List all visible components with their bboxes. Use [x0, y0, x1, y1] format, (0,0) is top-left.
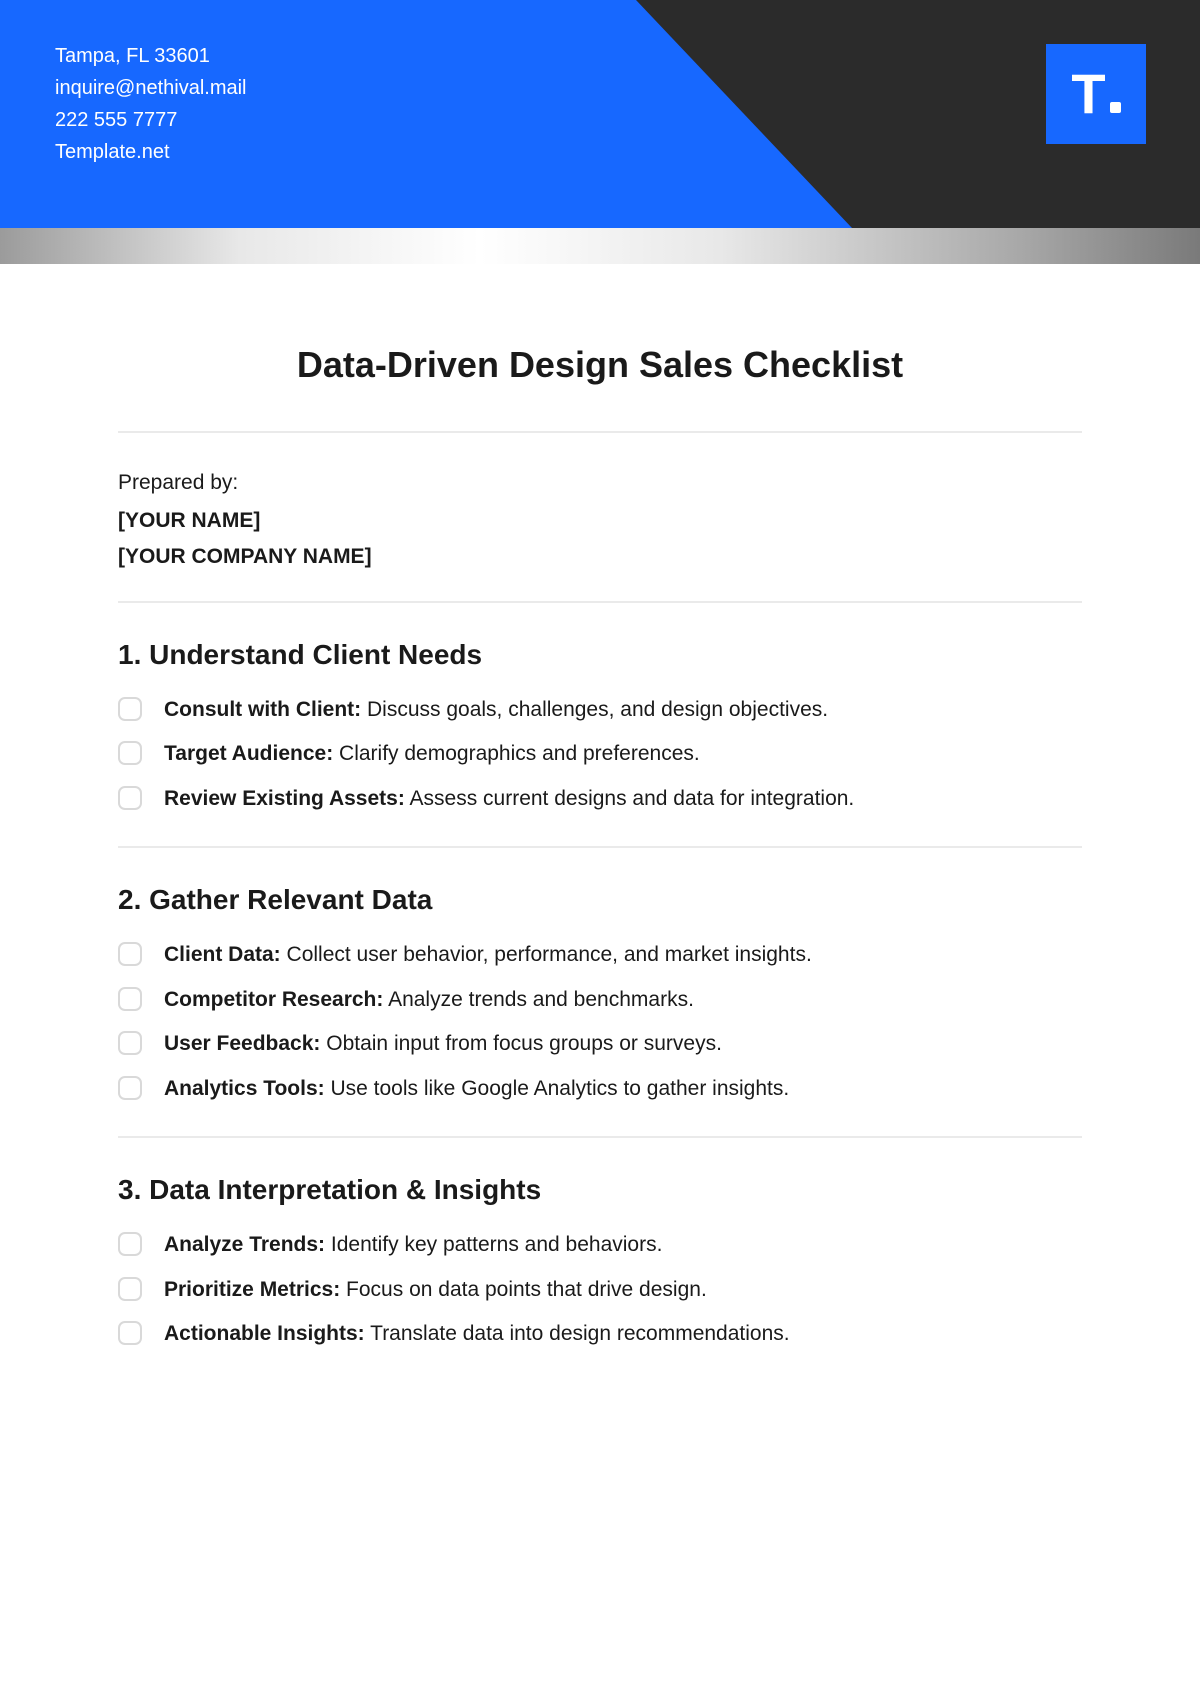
section-divider	[118, 1136, 1082, 1138]
checklist-item: Prioritize Metrics: Focus on data points…	[118, 1275, 1082, 1305]
section-heading: 2. Gather Relevant Data	[118, 884, 1082, 916]
checklist-item-bold: Analytics Tools:	[164, 1077, 325, 1100]
checklist-item-bold: Actionable Insights:	[164, 1322, 365, 1345]
checklist-item: Consult with Client: Discuss goals, chal…	[118, 695, 1082, 725]
checklist: Analyze Trends: Identify key patterns an…	[118, 1230, 1082, 1349]
header-banner: Tampa, FL 33601 inquire@nethival.mail 22…	[0, 0, 1200, 228]
prepared-by-block: Prepared by: [YOUR NAME] [YOUR COMPANY N…	[118, 471, 1082, 569]
checklist-item-desc: Clarify demographics and preferences.	[333, 742, 700, 765]
section-heading: 1. Understand Client Needs	[118, 639, 1082, 671]
checklist-item-desc: Collect user behavior, performance, and …	[281, 943, 812, 966]
checklist-item-text: Actionable Insights: Translate data into…	[164, 1319, 790, 1349]
sections-container: 1. Understand Client Needs Consult with C…	[118, 639, 1082, 1349]
logo-inner: T	[1071, 66, 1120, 122]
checklist-item-text: Competitor Research: Analyze trends and …	[164, 985, 694, 1015]
checklist-item-bold: Competitor Research:	[164, 988, 383, 1011]
checklist-item-bold: Analyze Trends:	[164, 1233, 325, 1256]
checklist-item: Competitor Research: Analyze trends and …	[118, 985, 1082, 1015]
checklist-item-desc: Discuss goals, challenges, and design ob…	[361, 698, 828, 721]
checklist-item-bold: Client Data:	[164, 943, 281, 966]
checklist-item-desc: Obtain input from focus groups or survey…	[320, 1032, 722, 1055]
checklist-item: Client Data: Collect user behavior, perf…	[118, 940, 1082, 970]
checklist-item-desc: Identify key patterns and behaviors.	[325, 1233, 662, 1256]
checkbox-icon[interactable]	[118, 942, 142, 966]
checklist-item-bold: Consult with Client:	[164, 698, 361, 721]
checklist-section: 2. Gather Relevant Data Client Data: Coll…	[118, 884, 1082, 1104]
logo-badge: T	[1046, 44, 1146, 144]
checklist-item-desc: Assess current designs and data for inte…	[405, 787, 854, 810]
checklist: Client Data: Collect user behavior, perf…	[118, 940, 1082, 1104]
prepared-by-label: Prepared by:	[118, 471, 1082, 495]
logo-dot-icon	[1110, 102, 1121, 113]
document-content: Data-Driven Design Sales Checklist Prepa…	[0, 264, 1200, 1349]
header-address: Tampa, FL 33601	[55, 40, 247, 72]
title-divider	[118, 431, 1082, 433]
section-divider	[118, 846, 1082, 848]
header-gray-bar	[0, 228, 1200, 264]
checklist-item: Target Audience: Clarify demographics an…	[118, 739, 1082, 769]
your-name-placeholder: [YOUR NAME]	[118, 509, 1082, 533]
section-heading: 3. Data Interpretation & Insights	[118, 1174, 1082, 1206]
your-company-placeholder: [YOUR COMPANY NAME]	[118, 545, 1082, 569]
section-divider	[118, 601, 1082, 603]
checkbox-icon[interactable]	[118, 987, 142, 1011]
checklist-item: User Feedback: Obtain input from focus g…	[118, 1029, 1082, 1059]
checklist-item-text: Prioritize Metrics: Focus on data points…	[164, 1275, 707, 1305]
checklist-item-text: Analytics Tools: Use tools like Google A…	[164, 1074, 789, 1104]
checklist-section: 3. Data Interpretation & Insights Analyze…	[118, 1174, 1082, 1349]
checkbox-icon[interactable]	[118, 1076, 142, 1100]
checklist-item-bold: Prioritize Metrics:	[164, 1278, 340, 1301]
header-site: Template.net	[55, 136, 247, 168]
checklist-item-text: Review Existing Assets: Assess current d…	[164, 784, 854, 814]
checkbox-icon[interactable]	[118, 1031, 142, 1055]
header-phone: 222 555 7777	[55, 104, 247, 136]
checklist-item-text: Consult with Client: Discuss goals, chal…	[164, 695, 828, 725]
checklist-item-bold: Target Audience:	[164, 742, 333, 765]
page-title: Data-Driven Design Sales Checklist	[118, 344, 1082, 386]
checklist-item-text: User Feedback: Obtain input from focus g…	[164, 1029, 722, 1059]
document-page: Tampa, FL 33601 inquire@nethival.mail 22…	[0, 0, 1200, 1696]
header-email: inquire@nethival.mail	[55, 72, 247, 104]
checklist-item: Analyze Trends: Identify key patterns an…	[118, 1230, 1082, 1260]
checklist-item: Review Existing Assets: Assess current d…	[118, 784, 1082, 814]
checklist-item-desc: Use tools like Google Analytics to gathe…	[325, 1077, 790, 1100]
checklist-item-desc: Analyze trends and benchmarks.	[383, 988, 694, 1011]
checklist: Consult with Client: Discuss goals, chal…	[118, 695, 1082, 814]
checkbox-icon[interactable]	[118, 1321, 142, 1345]
checkbox-icon[interactable]	[118, 786, 142, 810]
checklist-item-text: Client Data: Collect user behavior, perf…	[164, 940, 812, 970]
checkbox-icon[interactable]	[118, 1232, 142, 1256]
logo-letter: T	[1071, 66, 1105, 122]
checklist-item-desc: Focus on data points that drive design.	[340, 1278, 707, 1301]
checklist-item-text: Analyze Trends: Identify key patterns an…	[164, 1230, 662, 1260]
checklist-item-desc: Translate data into design recommendatio…	[365, 1322, 790, 1345]
checklist-item-bold: Review Existing Assets:	[164, 787, 405, 810]
checkbox-icon[interactable]	[118, 1277, 142, 1301]
checklist-item-bold: User Feedback:	[164, 1032, 320, 1055]
checklist-item-text: Target Audience: Clarify demographics an…	[164, 739, 700, 769]
checkbox-icon[interactable]	[118, 741, 142, 765]
checklist-item: Analytics Tools: Use tools like Google A…	[118, 1074, 1082, 1104]
checkbox-icon[interactable]	[118, 697, 142, 721]
checklist-section: 1. Understand Client Needs Consult with C…	[118, 639, 1082, 814]
header-info: Tampa, FL 33601 inquire@nethival.mail 22…	[55, 40, 247, 168]
checklist-item: Actionable Insights: Translate data into…	[118, 1319, 1082, 1349]
